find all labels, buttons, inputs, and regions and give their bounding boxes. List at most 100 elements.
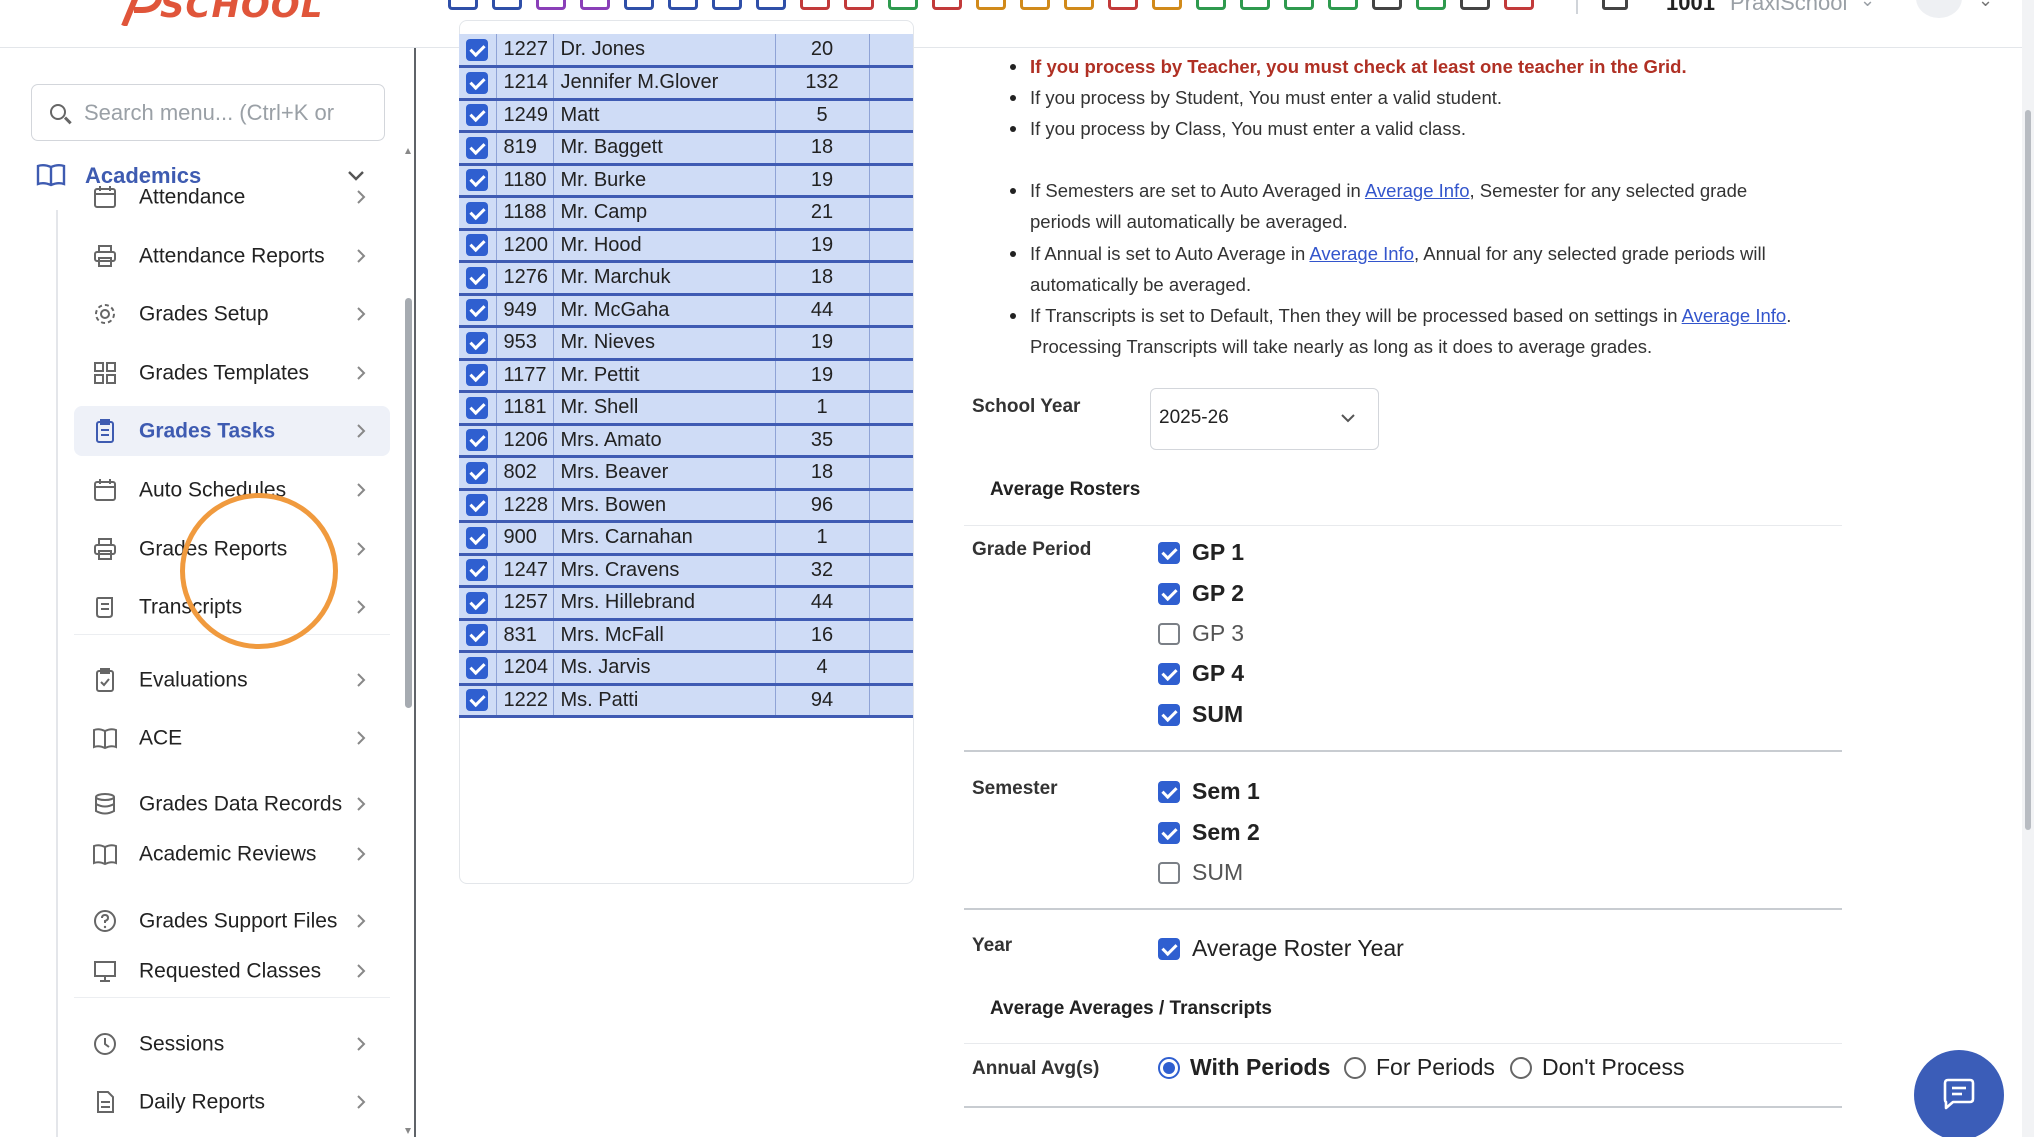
checkbox[interactable]: [466, 299, 489, 322]
table-row[interactable]: 831 Mrs. McFall 16: [459, 619, 913, 653]
toolbar-shortcut-icon[interactable]: [624, 0, 654, 10]
row-checkbox-cell[interactable]: [459, 391, 497, 426]
table-row[interactable]: 1188 Mr. Camp 21: [459, 196, 913, 231]
scroll-down-icon[interactable]: [405, 1128, 411, 1134]
average-info-link[interactable]: Average Info: [1682, 305, 1787, 326]
row-checkbox-cell[interactable]: [459, 229, 497, 263]
checkbox[interactable]: [466, 38, 489, 61]
grade-period-gp-3-checkbox[interactable]: GP 3: [1158, 620, 1244, 647]
toolbar-shortcut-icon[interactable]: [1416, 0, 1446, 10]
sidebar-item-grades-setup[interactable]: Grades Setup: [74, 289, 390, 339]
table-row[interactable]: 1204 Ms. Jarvis 4: [459, 651, 913, 686]
checkbox[interactable]: [466, 689, 489, 712]
checkbox[interactable]: [1158, 861, 1180, 884]
table-row[interactable]: 1200 Mr. Hood 19: [459, 229, 913, 263]
toolbar-shortcut-icon[interactable]: [932, 0, 962, 10]
checkbox[interactable]: [466, 461, 489, 484]
table-row[interactable]: 1227 Dr. Jones 20: [459, 34, 913, 68]
grade-period-gp-4-checkbox[interactable]: GP 4: [1158, 660, 1244, 687]
row-checkbox-cell[interactable]: [459, 651, 497, 686]
checkbox[interactable]: [466, 136, 489, 159]
scrollbar-thumb[interactable]: [2025, 110, 2031, 830]
toolbar-shortcut-icon[interactable]: [1152, 0, 1182, 10]
sidebar-item-grades-templates[interactable]: Grades Templates: [74, 348, 390, 398]
table-row[interactable]: 1181 Mr. Shell 1: [459, 391, 913, 426]
toolbar-shortcut-icon[interactable]: [976, 0, 1006, 10]
table-row[interactable]: 1249 Matt 5: [459, 99, 913, 133]
scrollbar-thumb[interactable]: [405, 298, 412, 708]
row-checkbox-cell[interactable]: [459, 99, 497, 133]
toolbar-shortcut-icon[interactable]: [492, 0, 522, 10]
sidebar-item-requested-classes[interactable]: Requested Classes: [74, 946, 390, 996]
checkbox[interactable]: [466, 559, 489, 582]
sidebar-scrollbar[interactable]: [405, 148, 412, 1136]
sidebar-item-auto-schedules[interactable]: Auto Schedules: [74, 465, 390, 515]
toolbar-shortcut-icon[interactable]: [1328, 0, 1358, 10]
annual-for-periods-radio[interactable]: For Periods: [1344, 1054, 1495, 1081]
sidebar-item-academic-reviews[interactable]: Academic Reviews: [74, 829, 390, 879]
chevron-down-icon[interactable]: ⌄: [1860, 0, 1875, 11]
sidebar-item-sessions[interactable]: Sessions: [74, 1019, 390, 1069]
average-info-link[interactable]: Average Info: [1365, 180, 1470, 201]
row-checkbox-cell[interactable]: [459, 164, 497, 198]
table-row[interactable]: 1257 Mrs. Hillebrand 44: [459, 586, 913, 621]
checkbox[interactable]: [1158, 541, 1180, 564]
average-info-link[interactable]: Average Info: [1309, 243, 1414, 264]
sidebar-item-attendance[interactable]: Attendance: [74, 172, 390, 222]
table-row[interactable]: 1276 Mr. Marchuk 18: [459, 261, 913, 296]
school-name[interactable]: PraxiSchool: [1730, 0, 1847, 16]
row-checkbox-cell[interactable]: [459, 619, 497, 653]
page-scrollbar[interactable]: [2022, 0, 2034, 1137]
toolbar-shortcut-icon[interactable]: [1372, 0, 1402, 10]
chat-button[interactable]: [1914, 1050, 2004, 1137]
semester-sum-checkbox[interactable]: SUM: [1158, 859, 1243, 886]
row-checkbox-cell[interactable]: [459, 554, 497, 588]
row-checkbox-cell[interactable]: [459, 196, 497, 231]
table-row[interactable]: 949 Mr. McGaha 44: [459, 294, 913, 328]
row-checkbox-cell[interactable]: [459, 326, 497, 361]
checkbox[interactable]: [466, 396, 489, 419]
toolbar-shortcut-icon[interactable]: [536, 0, 566, 10]
row-checkbox-cell[interactable]: [459, 521, 497, 556]
toolbar-shortcut-icon[interactable]: [1064, 0, 1094, 10]
toolbar-shortcut-icon[interactable]: [888, 0, 918, 10]
school-id[interactable]: 1001: [1666, 0, 1715, 16]
checkbox[interactable]: [466, 526, 489, 549]
radio[interactable]: [1510, 1056, 1532, 1079]
checkbox[interactable]: [466, 591, 489, 614]
grade-period-gp-1-checkbox[interactable]: GP 1: [1158, 539, 1244, 566]
table-row[interactable]: 819 Mr. Baggett 18: [459, 131, 913, 166]
toolbar-shortcut-icon[interactable]: [448, 0, 478, 10]
checkbox[interactable]: [466, 656, 489, 679]
row-checkbox-cell[interactable]: [459, 489, 497, 523]
checkbox[interactable]: [466, 234, 489, 257]
row-checkbox-cell[interactable]: [459, 261, 497, 296]
table-row[interactable]: 1247 Mrs. Cravens 32: [459, 554, 913, 588]
toolbar-shortcut-icon[interactable]: [756, 0, 786, 10]
checkbox[interactable]: [466, 624, 489, 647]
semester-sem-2-checkbox[interactable]: Sem 2: [1158, 819, 1260, 846]
toolbar-shortcut-icon[interactable]: [1196, 0, 1226, 10]
table-row[interactable]: 953 Mr. Nieves 19: [459, 326, 913, 361]
sidebar-item-ace[interactable]: ACE: [74, 713, 390, 763]
table-row[interactable]: 1222 Ms. Patti 94: [459, 684, 913, 718]
table-row[interactable]: 802 Mrs. Beaver 18: [459, 456, 913, 491]
row-checkbox-cell[interactable]: [459, 586, 497, 621]
avatar[interactable]: [1916, 0, 1962, 18]
table-row[interactable]: 1206 Mrs. Amato 35: [459, 424, 913, 458]
toolbar-shortcut-icon[interactable]: [1240, 0, 1270, 10]
checkbox[interactable]: [1158, 662, 1180, 685]
checkbox[interactable]: [466, 266, 489, 289]
chevron-down-icon[interactable]: ⌄: [1978, 0, 1993, 11]
toolbar-shortcut-icon[interactable]: [668, 0, 698, 10]
table-row[interactable]: 1228 Mrs. Bowen 96: [459, 489, 913, 523]
sidebar-item-grades-tasks[interactable]: Grades Tasks: [74, 406, 390, 456]
annual-with-periods-radio[interactable]: With Periods: [1158, 1054, 1330, 1081]
sidebar-item-evaluations[interactable]: Evaluations: [74, 655, 390, 705]
row-checkbox-cell[interactable]: [459, 294, 497, 328]
sidebar-item-grades-data-records[interactable]: Grades Data Records: [74, 771, 390, 837]
toolbar-shortcut-icon[interactable]: [712, 0, 742, 10]
sidebar-item-transcripts[interactable]: Transcripts: [74, 582, 390, 632]
toolbar-shortcut-icon[interactable]: [1020, 0, 1050, 10]
toolbar-shortcut-icon[interactable]: [800, 0, 830, 10]
